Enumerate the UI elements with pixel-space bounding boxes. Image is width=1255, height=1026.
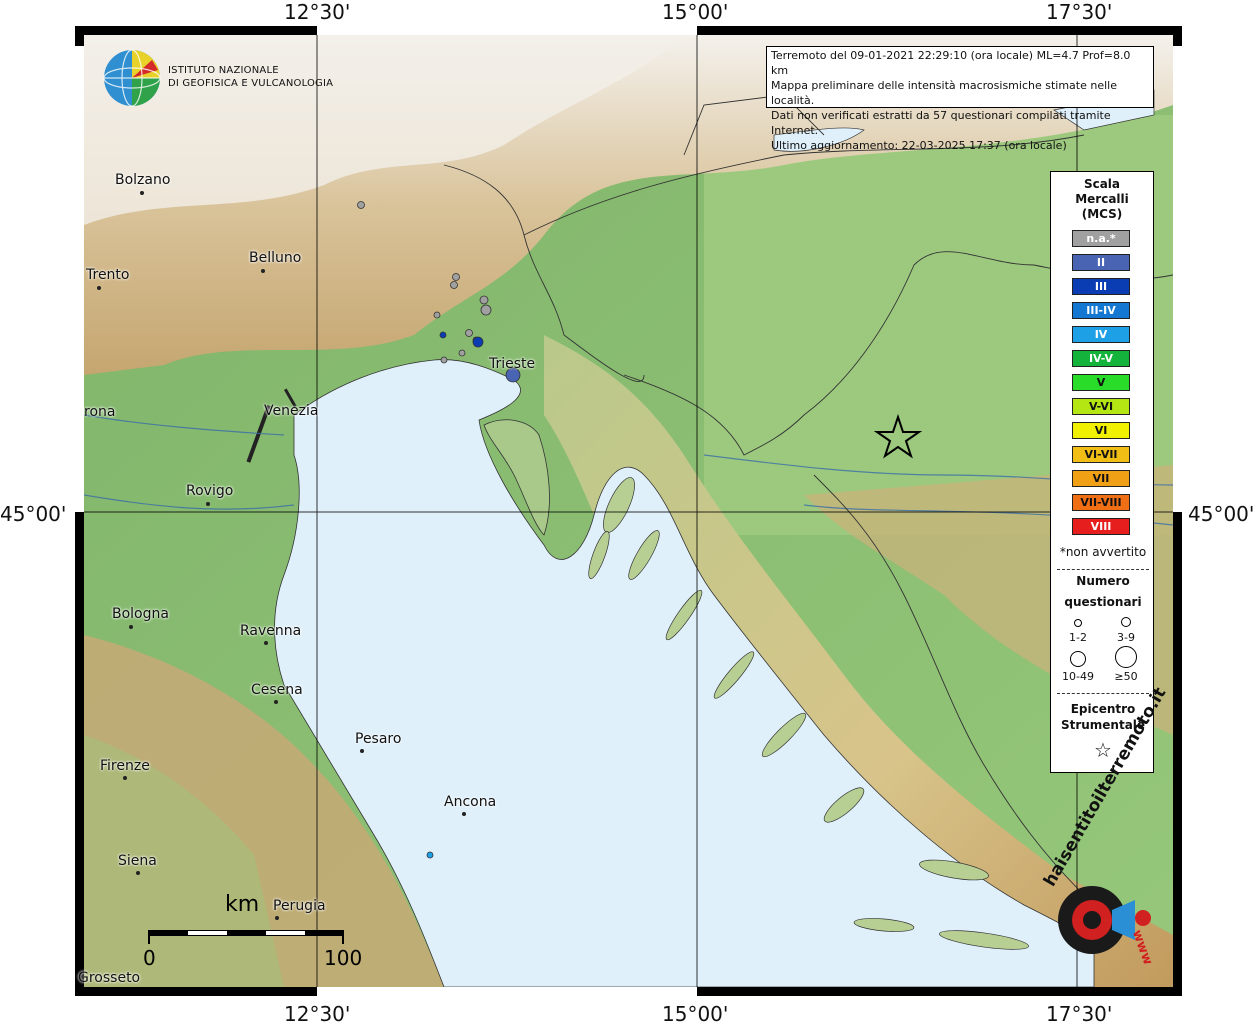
legend-count-title-2: questionari bbox=[1064, 595, 1142, 609]
city-dot-cesena bbox=[274, 700, 278, 704]
size-label-3-9: 3-9 bbox=[1117, 631, 1135, 644]
legend-swatch: VII-VIII bbox=[1072, 494, 1130, 511]
size-ring-1-2 bbox=[1074, 619, 1082, 627]
city-dot-trento bbox=[97, 286, 101, 290]
scale-bar-track bbox=[148, 930, 344, 936]
size-ring-10-49 bbox=[1070, 651, 1086, 667]
size-label-50: ≥50 bbox=[1114, 670, 1138, 683]
legend-title-3: (MCS) bbox=[1081, 207, 1123, 221]
city-ravenna: Ravenna bbox=[240, 623, 302, 639]
city-ancona: Ancona bbox=[444, 794, 497, 810]
legend-swatch: VI-VII bbox=[1072, 446, 1130, 463]
right-tick-45-00: 45°00' bbox=[1188, 502, 1255, 526]
city-pesaro: Pesaro bbox=[355, 731, 402, 747]
legend-swatch: II bbox=[1072, 254, 1130, 271]
legend-swatch: III bbox=[1072, 278, 1130, 295]
city-firenze: Firenze bbox=[100, 758, 150, 774]
info-line-3: Dati non verificati estratti da 57 quest… bbox=[771, 109, 1111, 137]
info-line-4: Ultimo aggiornamento: 22-03-2025 17:37 (… bbox=[771, 139, 1067, 152]
bottom-tick-12-30: 12°30' bbox=[284, 1002, 351, 1026]
frame-bar-top bbox=[75, 26, 1182, 35]
scale-min-label: 0 bbox=[143, 946, 156, 970]
legend-swatch: VI bbox=[1072, 422, 1130, 439]
legend-count-title-1: Numero bbox=[1076, 574, 1130, 588]
info-line-2: Mappa preliminare delle intensità macros… bbox=[771, 79, 1117, 107]
legend-swatch: VII bbox=[1072, 470, 1130, 487]
legend-divider-2 bbox=[1057, 693, 1149, 694]
city-belluno: Belluno bbox=[249, 250, 302, 266]
top-tick-15-00: 15°00' bbox=[662, 0, 729, 24]
city-verona: rona bbox=[84, 404, 116, 420]
city-bologna: Bologna bbox=[112, 606, 169, 622]
size-label-10-49: 10-49 bbox=[1062, 670, 1094, 683]
left-tick-45-00: 45°00' bbox=[0, 502, 67, 526]
city-rovigo: Rovigo bbox=[186, 483, 234, 499]
city-venezia: Venezia bbox=[264, 403, 319, 419]
size-ring-50 bbox=[1115, 646, 1137, 668]
city-dot-rovigo bbox=[206, 502, 210, 506]
city-trieste: Trieste bbox=[489, 356, 536, 372]
frame-bar-left bbox=[75, 26, 84, 996]
city-siena: Siena bbox=[118, 853, 157, 869]
legend-swatch: n.a.* bbox=[1072, 230, 1130, 247]
frame-bar-bottom bbox=[75, 987, 1182, 996]
legend-title-2: Mercalli bbox=[1075, 192, 1129, 206]
legend-swatch: IV-V bbox=[1072, 350, 1130, 367]
city-dot-ancona bbox=[462, 812, 466, 816]
city-dot-bolzano bbox=[140, 191, 144, 195]
haisentito-logo: haisentitoilterremoto.it www bbox=[1040, 684, 1170, 990]
info-line-1: Terremoto del 09-01-2021 22:29:10 (ora l… bbox=[771, 49, 1131, 77]
legend-swatch: VIII bbox=[1072, 518, 1130, 535]
top-tick-12-30: 12°30' bbox=[284, 0, 351, 24]
scale-bar-tick-left bbox=[148, 930, 150, 944]
city-dot-ravenna bbox=[264, 641, 268, 645]
city-grosseto: Grosseto bbox=[78, 970, 141, 986]
scale-bar-tick-right bbox=[342, 930, 344, 944]
city-dot-pesaro bbox=[360, 749, 364, 753]
scale-bar: km 0 100 bbox=[140, 890, 362, 970]
ingv-name: Istituto Nazionale di Geofisica e Vulcan… bbox=[168, 64, 333, 90]
city-dot-siena bbox=[136, 871, 140, 875]
intensity-legend: Scala Mercalli (MCS) n.a.* II III III-IV IV I… bbox=[1050, 171, 1154, 773]
city-dot-bologna bbox=[129, 625, 133, 629]
frame-bar-right bbox=[1173, 26, 1182, 996]
map-area[interactable] bbox=[84, 35, 1173, 987]
bottom-tick-17-30: 17°30' bbox=[1046, 1002, 1113, 1026]
city-dot-firenze bbox=[123, 776, 127, 780]
legend-divider-1 bbox=[1057, 569, 1149, 570]
bottom-tick-15-00: 15°00' bbox=[662, 1002, 729, 1026]
ingv-name-line2: di Geofisica e Vulcanologia bbox=[168, 78, 334, 89]
city-dot-belluno bbox=[261, 269, 265, 273]
size-label-1-2: 1-2 bbox=[1069, 631, 1087, 644]
city-trento: Trento bbox=[86, 267, 130, 283]
legend-title-1: Scala bbox=[1083, 177, 1121, 191]
scale-max-label: 100 bbox=[324, 946, 363, 970]
city-bolzano: Bolzano bbox=[115, 172, 171, 188]
legend-swatch: IV bbox=[1072, 326, 1130, 343]
event-info-box: Terremoto del 09-01-2021 22:29:10 (ora l… bbox=[766, 46, 1154, 152]
legend-swatch: V-VI bbox=[1072, 398, 1130, 415]
top-tick-17-30: 17°30' bbox=[1046, 0, 1113, 24]
scale-unit: km bbox=[225, 892, 260, 917]
legend-swatch: III-IV bbox=[1072, 302, 1130, 319]
ingv-globe-icon bbox=[103, 49, 161, 107]
legend-swatch: V bbox=[1072, 374, 1130, 391]
relief-map bbox=[84, 35, 1173, 987]
legend-not-felt-note: *non avvertito bbox=[1059, 545, 1147, 559]
city-cesena: Cesena bbox=[251, 682, 303, 698]
size-ring-3-9 bbox=[1121, 617, 1131, 627]
ingv-name-line1: Istituto Nazionale bbox=[168, 65, 279, 76]
